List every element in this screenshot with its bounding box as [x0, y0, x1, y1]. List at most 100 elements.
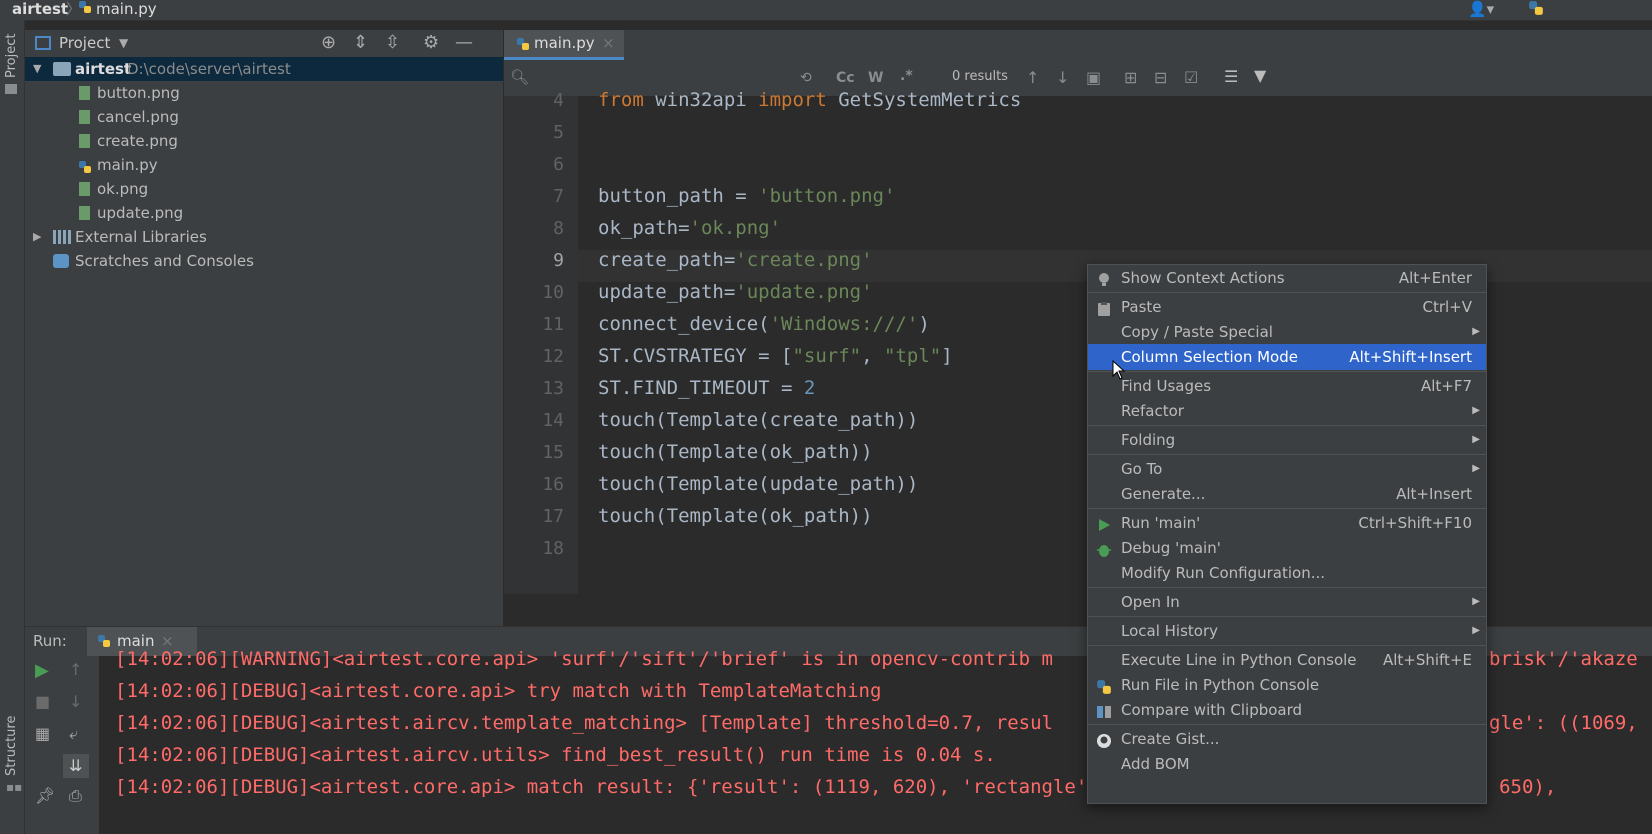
next-occurrence-icon[interactable]: ↓ [1056, 68, 1069, 87]
user-account-icon[interactable]: 👤▾ [1468, 0, 1494, 18]
filter-icon[interactable]: ▼ [1254, 66, 1266, 85]
line-number: 14 [542, 410, 564, 431]
select-all-occurrences-icon[interactable]: ▣ [1086, 68, 1101, 87]
menu-item-execute-line-python-console[interactable]: Execute Line in Python Console Alt+Shift… [1088, 647, 1486, 673]
add-occurrence-icon[interactable]: ⊞ [1124, 68, 1137, 87]
chevron-down-icon[interactable]: ▼ [119, 36, 128, 50]
close-icon[interactable]: × [602, 34, 615, 52]
tree-scratches[interactable]: Scratches and Consoles [25, 249, 503, 273]
structure-tool-tab[interactable]: Structure [4, 716, 19, 776]
print-icon[interactable]: ⎙ [69, 786, 82, 806]
run-icon [1096, 515, 1112, 531]
remove-occurrence-icon[interactable]: ⊟ [1154, 68, 1167, 87]
menu-item-go-to[interactable]: Go To ▶ [1088, 456, 1486, 482]
menu-item-shortcut: Ctrl+Shift+F10 [1358, 514, 1472, 532]
gear-icon[interactable]: ⚙ [423, 32, 439, 53]
expand-all-icon[interactable]: ⇕ [353, 32, 368, 53]
bulb-icon [1096, 270, 1112, 286]
collapse-all-icon[interactable]: ⇳ [385, 32, 400, 53]
scratches-icon [53, 254, 69, 268]
menu-item-folding[interactable]: Folding ▶ [1088, 427, 1486, 453]
menu-item-label: Local History [1121, 622, 1219, 640]
previous-occurrence-icon[interactable]: ↑ [1026, 68, 1039, 87]
menu-item-label: Run File in Python Console [1121, 676, 1320, 694]
tree-file[interactable]: main.py [25, 153, 503, 177]
chevron-down-icon[interactable]: ▼ [33, 57, 41, 81]
line-number: 7 [553, 186, 564, 207]
project-tree: ▼ airtest D:\code\server\airtest button.… [25, 57, 503, 628]
code-line: update_path='update.png' [598, 281, 873, 303]
locate-icon[interactable]: ⊕ [321, 32, 336, 53]
console-line: [14:02:06][WARNING]<airtest.core.api> 's… [115, 648, 1053, 670]
code-line: button_path = 'button.png' [598, 185, 896, 207]
menu-item-open-in[interactable]: Open In ▶ [1088, 589, 1486, 615]
line-number: 18 [542, 538, 564, 559]
run-config-python-icon[interactable] [1528, 0, 1544, 20]
menu-item-label: Create Gist... [1121, 730, 1220, 748]
tree-external-libraries[interactable]: ▶ External Libraries [25, 225, 503, 249]
tree-file[interactable]: ok.png [25, 177, 503, 201]
file-name: create.png [97, 132, 178, 150]
tree-root-airtest[interactable]: ▼ airtest D:\code\server\airtest [25, 57, 503, 81]
project-tool-tab[interactable]: Project [4, 34, 19, 78]
project-view-title[interactable]: Project [59, 34, 110, 52]
menu-item-refactor[interactable]: Refactor ▶ [1088, 398, 1486, 424]
filter-options-icon[interactable]: ☰ [1224, 67, 1238, 86]
breadcrumb-file[interactable]: main.py [96, 0, 157, 18]
down-arrow-icon[interactable]: ↓ [69, 692, 82, 711]
line-number: 11 [542, 314, 564, 335]
menu-item-copy-paste-special[interactable]: Copy / Paste Special ▶ [1088, 319, 1486, 345]
code-line: from win32api import GetSystemMetrics [598, 89, 1022, 111]
rerun-icon[interactable]: ▶ [35, 660, 49, 681]
match-case-toggle[interactable]: Cc [836, 70, 855, 86]
find-history-icon[interactable]: ⟲ [800, 70, 812, 86]
menu-item-show-context-actions[interactable]: Show Context Actions Alt+Enter [1088, 265, 1486, 291]
tree-file[interactable]: cancel.png [25, 105, 503, 129]
code-line: touch(Template(ok_path)) [598, 505, 873, 527]
layout-icon[interactable]: ▦ [35, 724, 50, 743]
tree-file[interactable]: button.png [25, 81, 503, 105]
code-line: touch(Template(update_path)) [598, 473, 919, 495]
menu-item-column-selection-mode[interactable]: Column Selection Mode Alt+Shift+Insert [1088, 344, 1486, 370]
file-name: update.png [97, 204, 184, 222]
scroll-to-end-icon: ⇊ [69, 756, 83, 775]
pin-icon[interactable]: 📌︎ [35, 786, 55, 805]
line-number: 15 [542, 442, 564, 463]
stop-icon[interactable]: ■ [35, 692, 50, 711]
chevron-right-icon[interactable]: ▶ [33, 225, 41, 249]
menu-item-label: Paste [1121, 298, 1162, 316]
menu-item-generate[interactable]: Generate... Alt+Insert [1088, 481, 1486, 507]
navigation-bar: airtest 〉 main.py 👤▾ [0, 0, 1652, 21]
minimize-icon[interactable]: — [455, 32, 473, 53]
menu-item-compare-with-clipboard[interactable]: Compare with Clipboard [1088, 697, 1486, 723]
search-icon[interactable]: 🔍︎ [510, 68, 529, 86]
whole-word-toggle[interactable]: W [868, 70, 883, 86]
image-file-icon [79, 110, 90, 124]
line-number: 16 [542, 474, 564, 495]
soft-wrap-icon[interactable]: ⤶ [69, 724, 78, 744]
tab-main-py[interactable]: main.py × [504, 30, 624, 60]
menu-item-run-file-python-console[interactable]: Run File in Python Console [1088, 672, 1486, 698]
up-arrow-icon[interactable]: ↑ [69, 660, 82, 679]
regex-toggle[interactable]: .* [900, 68, 913, 84]
menu-item-run-main[interactable]: Run 'main' Ctrl+Shift+F10 [1088, 510, 1486, 536]
menu-item-paste[interactable]: Paste Ctrl+V [1088, 294, 1486, 320]
python-icon [1096, 677, 1112, 694]
folder-icon [53, 62, 71, 76]
menu-item-label: Execute Line in Python Console [1121, 651, 1357, 669]
breadcrumb-project[interactable]: airtest [12, 0, 68, 18]
menu-item-create-gist[interactable]: Create Gist... [1088, 726, 1486, 752]
menu-item-local-history[interactable]: Local History ▶ [1088, 618, 1486, 644]
select-occurrences-icon[interactable]: ☑ [1184, 68, 1198, 87]
code-line: ST.FIND_TIMEOUT = 2 [598, 377, 816, 399]
code-line: touch(Template(create_path)) [598, 409, 919, 431]
tree-file[interactable]: create.png [25, 129, 503, 153]
project-panel-header: Project ▼ ⊕ ⇕ ⇳ ⚙ — [25, 30, 503, 60]
tree-file[interactable]: update.png [25, 201, 503, 225]
menu-item-add-bom[interactable]: Add BOM [1088, 751, 1486, 777]
menu-item-modify-run-configuration[interactable]: Modify Run Configuration... [1088, 560, 1486, 586]
tree-root-path: D:\code\server\airtest [127, 60, 291, 78]
menu-separator [1088, 425, 1486, 426]
menu-item-debug-main[interactable]: Debug 'main' [1088, 535, 1486, 561]
menu-item-find-usages[interactable]: Find Usages Alt+F7 [1088, 373, 1486, 399]
